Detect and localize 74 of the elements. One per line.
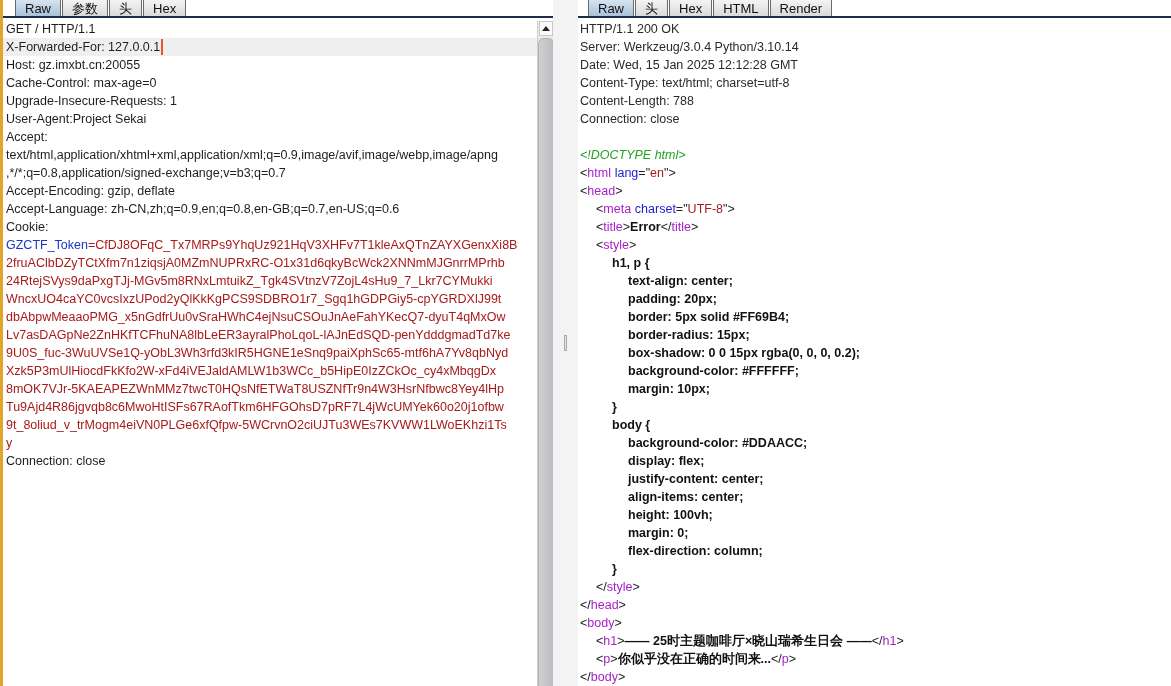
request-line: Accept-Encoding: gzip, deflate (6, 183, 175, 200)
code-line: display: flex; (628, 453, 705, 470)
code-line: border-radius: 15px; (628, 327, 750, 344)
code-line: <!DOCTYPE html> (580, 147, 686, 164)
code-line: <style> (596, 237, 637, 254)
response-line: Server: Werkzeug/3.0.4 Python/3.10.14 (580, 39, 799, 56)
code-line: text-align: center; (628, 273, 733, 290)
code-line: padding: 20px; (628, 291, 717, 308)
code-line: </style> (596, 579, 640, 596)
code-line: background-color: #DDAACC; (628, 435, 808, 452)
text-cursor-icon (161, 39, 164, 55)
request-line: text/html,application/xhtml+xml,application/xml;q=0.9,image/avif,image/webp,image/apng (6, 147, 498, 164)
code-line: <p>你似乎没在正确的时间来...</p> (596, 651, 797, 668)
code-line: height: 100vh; (628, 507, 713, 524)
code-line: <html lang="en"> (580, 165, 676, 182)
code-line: box-shadow: 0 0 15px rgba(0, 0, 0, 0.2); (628, 345, 860, 362)
response-line: Date: Wed, 15 Jan 2025 12:12:28 GMT (580, 57, 798, 74)
tab[interactable]: HTML (713, 0, 769, 16)
request-line: ,*/*;q=0.8,application/signed-exchange;v=b3;q=0.7 (6, 165, 286, 182)
code-line: margin: 0; (628, 525, 689, 542)
cookie-line: dbAbpwMeaaoPMG_x5nGdfrUu0vSraHWhC4ejNsuCSOuJnAeFahYKecQ7-dyuT4qMxOw (6, 309, 506, 326)
request-line: Connection: close (6, 453, 106, 470)
code-line: flex-direction: column; (628, 543, 763, 560)
cookie-line: 9t_8oliud_v_trMogm4eiVN0PLGe6xfQfpw-5WCrvnO2ciUJTu3WEs7KVWW1LWoEKhzi1Ts (6, 417, 507, 434)
request-line: Upgrade-Insecure-Requests: 1 (6, 93, 177, 110)
response-line: Connection: close (580, 111, 680, 128)
code-line: } (612, 561, 617, 578)
code-line: h1, p { (612, 255, 650, 272)
tab[interactable]: 参数 (62, 0, 108, 16)
request-line: User-Agent:Project Sekai (6, 111, 147, 128)
request-line: Host: gz.imxbt.cn:20055 (6, 57, 141, 74)
cookie-line: 2fruAClbDZyTCtXfm7n1ziqsjA0MZmNUPRxRC-O1x31d6qkyBcWck2XNNmMJGnrrMPrhb (6, 255, 505, 272)
tab[interactable]: Hex (143, 0, 187, 16)
response-line: Content-Length: 788 (580, 93, 694, 110)
request-line: Cache-Control: max-age=0 (6, 75, 157, 92)
code-line: } (612, 399, 617, 416)
cookie-line: Tu9Ajd4R86jgvqb8c6MwoHtISFs67RAofTkm6HFGOhsD7pRF7L4jWcUMYek60o20j1ofbw (6, 399, 504, 416)
up-arrow-icon (541, 26, 550, 31)
code-line: margin: 10px; (628, 381, 710, 398)
code-line: justify-content: center; (628, 471, 764, 488)
code-line: border: 5px solid #FF69B4; (628, 309, 790, 326)
request-line: Cookie: (6, 219, 49, 236)
code-line: background-color: #FFFFFF; (628, 363, 799, 380)
code-line: body { (612, 417, 651, 434)
grip-icon (564, 335, 567, 351)
code-line: <meta charset="UTF-8"> (596, 201, 735, 218)
code-line: align-items: center; (628, 489, 744, 506)
code-line: </head> (580, 597, 626, 614)
cookie-line: 8mOK7VJr-5KAEAPEZWnMMz7twcT0HQsNfETWaT8USZNfTr9n4W3HsrNfbwc8Yey4lHp (6, 381, 505, 398)
cookie-line: y (6, 435, 13, 452)
cookie-line: 24RtejSVys9daPxgTJj-MGv5m8RNxLmtuikZ_Tgk4SVtnzV7ZojL4sHu9_7_Lkr7CYMukki (6, 273, 493, 290)
tab[interactable]: 头 (109, 0, 142, 16)
cookie-line: Xzk5P3mUlHiocdFkKfo2W-xFd4iVEJaldAMLW1b3WCc_b5HipE0IzZCkOc_cy4xMbqgDx (6, 363, 496, 380)
response-line: HTTP/1.1 200 OK (580, 21, 680, 38)
request-line: Accept-Language: zh-CN,zh;q=0.9,en;q=0.8,en-GB;q=0.7,en-US;q=0.6 (6, 201, 400, 218)
scroll-up-button[interactable] (538, 21, 553, 36)
response-line: Content-Type: text/html; charset=utf-8 (580, 75, 790, 92)
code-line: </body> (580, 669, 626, 686)
tab[interactable]: 头 (635, 0, 668, 16)
code-line: <h1>—— 25时主题咖啡厅×晓山瑞希生日会 ——</h1> (596, 632, 904, 650)
code-line: <body> (580, 615, 622, 632)
cookie-line: GZCTF_Token=CfDJ8OFqC_Tx7MRPs9YhqUz921HqV3XHFv7T1kleAxQTnZAYXGenxXi8B (6, 237, 518, 254)
cookie-line: 9U0S_fuc-3WuUVSe1Q-yObL3Wh3rfd3kIR5HGNE1eSnq9paiXphSc65-mtf6hA7Yv8qbNyd (6, 345, 509, 362)
tab[interactable]: Render (769, 0, 833, 16)
cookie-line: Lv7asDAGpNe2ZnHKfTCFhuNA8lbLeER3ayralPhoLqoL-lAJnEdSQD-penYdddgmadTd7ke (6, 327, 511, 344)
code-line: <head> (580, 183, 623, 200)
request-line: Accept: (6, 129, 48, 146)
code-line: <title>Error</title> (596, 219, 699, 236)
tab[interactable]: Raw (588, 0, 634, 16)
request-line: GET / HTTP/1.1 (6, 21, 96, 38)
request-line: X-Forwarded-For: 127.0.0.1 (6, 39, 161, 56)
cookie-line: WncxUO4caYC0vcsIxzUPod2yQlKkKgPCS9SDBRO1r7_Sgq1hGDPGiy5-cpYGRDXlJ99t (6, 291, 502, 308)
tab[interactable]: Hex (669, 0, 713, 16)
tab[interactable]: Raw (15, 0, 61, 16)
